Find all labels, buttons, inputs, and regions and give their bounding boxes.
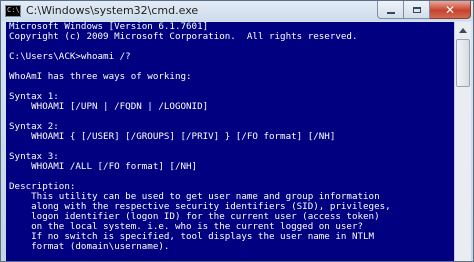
maximize-button[interactable] — [404, 1, 430, 19]
cmd-icon-text: C:\_ — [7, 6, 24, 14]
console-line: format (domain\username). — [9, 241, 170, 252]
maximize-icon — [412, 6, 421, 13]
console-line: WHOAMI { [/USER] [/GROUPS] [/PRIV] } [/F… — [9, 131, 336, 142]
console-line: WHOAMI /ALL [/FO format] [/NH] — [9, 161, 198, 172]
console-line: C:\Users\ACK>whoami /? — [9, 51, 131, 62]
console-line: WHOAMI [/UPN | /FQDN | /LOGONID] — [9, 101, 209, 112]
arrow-up-icon — [459, 27, 467, 33]
console-line: WhoAmI has three ways of working: — [9, 71, 192, 82]
console-line: Copyright (c) 2009 Microsoft Corporation… — [9, 31, 358, 42]
close-button[interactable]: ✕ — [430, 1, 471, 19]
close-icon: ✕ — [444, 2, 456, 17]
cmd-prompt-icon[interactable]: C:\_ — [5, 5, 24, 17]
vertical-scrollbar[interactable] — [454, 22, 471, 261]
console-output[interactable]: Microsoft Windows [Version 6.1.7601] Cop… — [6, 22, 454, 261]
window-title: C:\Windows\system32\cmd.exe — [26, 4, 199, 17]
title-bar[interactable]: C:\_ C:\Windows\system32\cmd.exe ✕ — [1, 1, 473, 21]
console-window: C:\_ C:\Windows\system32\cmd.exe ✕ Micro… — [0, 0, 474, 262]
scroll-up-button[interactable] — [455, 22, 471, 38]
minimize-button[interactable] — [377, 1, 404, 19]
minimize-icon — [386, 11, 395, 14]
scroll-thumb[interactable] — [456, 39, 470, 87]
